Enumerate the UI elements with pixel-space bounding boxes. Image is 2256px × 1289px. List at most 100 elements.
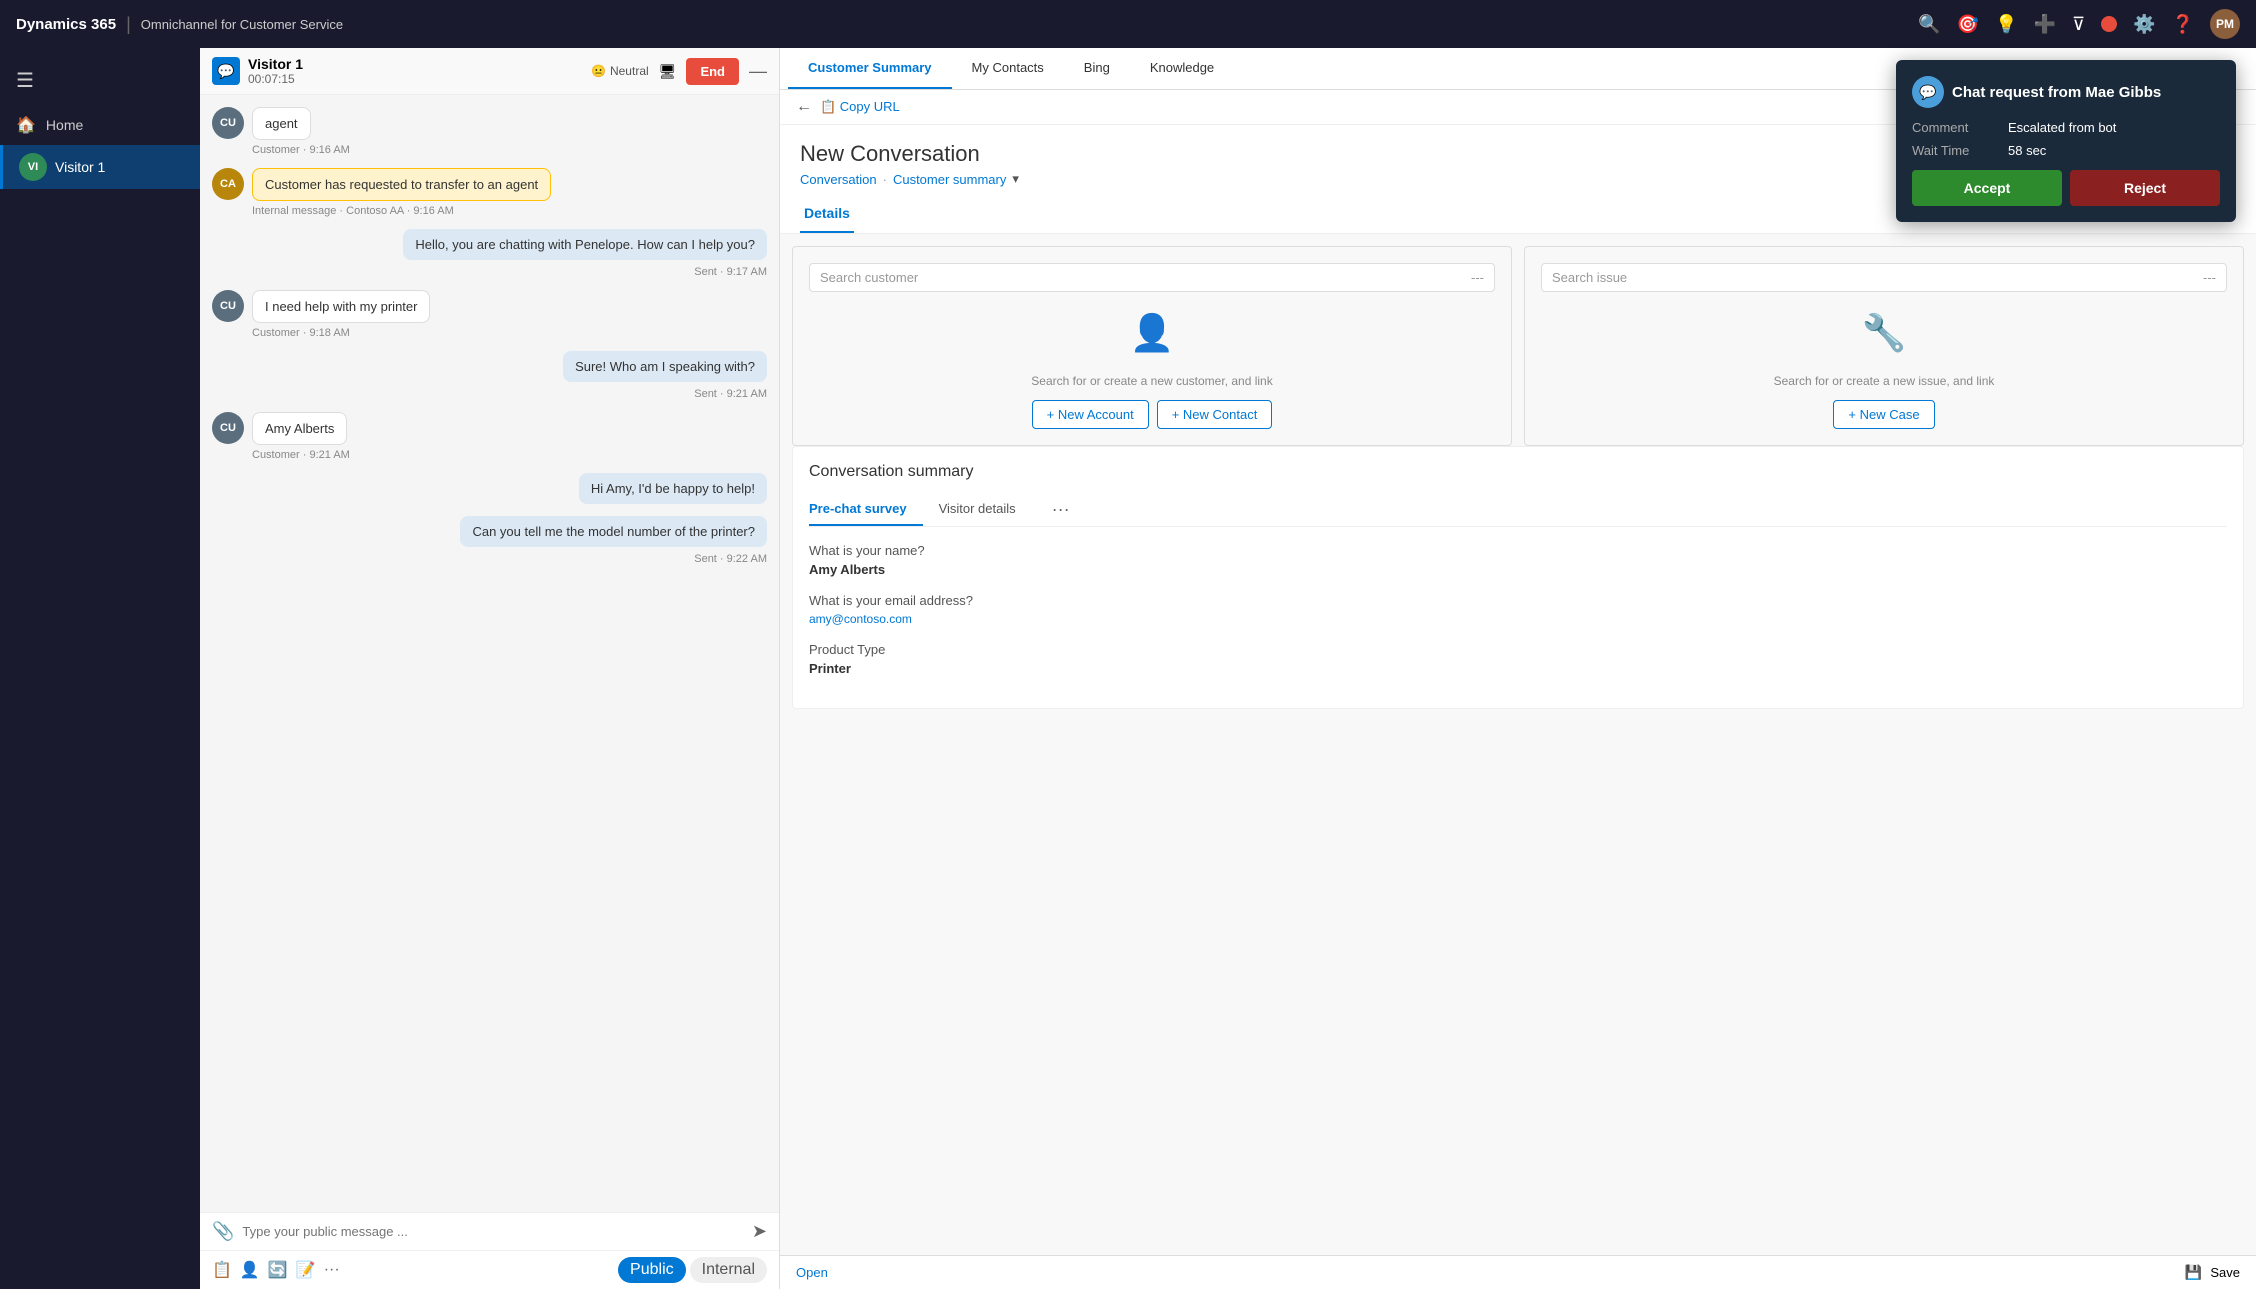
screen-icon[interactable]: 🖥	[659, 63, 677, 80]
customer-empty-text: Search for or create a new customer, and…	[1031, 374, 1272, 388]
end-button[interactable]: End	[686, 58, 739, 85]
tab-bing[interactable]: Bing	[1064, 48, 1130, 89]
help-icon[interactable]: ❓	[2172, 14, 2194, 35]
message-bubble: Sure! Who am I speaking with?	[563, 351, 767, 382]
save-button[interactable]: Save	[2210, 1265, 2240, 1280]
summary-more[interactable]: ···	[1052, 499, 1070, 520]
breadcrumb-link-2[interactable]: Customer summary	[893, 172, 1006, 187]
reject-button[interactable]: Reject	[2070, 170, 2220, 206]
hamburger-menu[interactable]: ☰	[0, 56, 200, 105]
save-area: 💾 Save	[2185, 1264, 2240, 1281]
toolbar-btn-3[interactable]: 🔄	[268, 1260, 288, 1280]
summary-field-name: What is your name? Amy Alberts	[809, 543, 2227, 577]
brand-app: Omnichannel for Customer Service	[141, 17, 343, 32]
field-label: What is your name?	[809, 543, 2227, 558]
field-value: Amy Alberts	[809, 562, 2227, 577]
app-layout: ☰ 🏠 Home VI Visitor 1 💬 Visitor 1 00:07:…	[0, 48, 2256, 1289]
customer-search-card: Search customer --- 👤 Search for or crea…	[792, 246, 1512, 446]
chat-messages: CU agent Customer · 9:16 AM CA Customer …	[200, 95, 779, 1212]
message-bubble: Hello, you are chatting with Penelope. H…	[403, 229, 767, 260]
settings-icon[interactable]: ⚙️	[2133, 14, 2155, 35]
table-row: Hi Amy, I'd be happy to help!	[212, 473, 767, 504]
notif-wait-value: 58 sec	[2008, 143, 2046, 158]
top-nav: Dynamics 365 | Omnichannel for Customer …	[0, 0, 2256, 48]
issue-action-buttons: + New Case	[1833, 400, 1934, 429]
sentiment-label: Neutral	[610, 64, 649, 78]
issue-empty-text: Search for or create a new issue, and li…	[1774, 374, 1995, 388]
sidebar-item-home[interactable]: 🏠 Home	[0, 105, 200, 145]
chat-input[interactable]	[242, 1224, 743, 1239]
search-icon[interactable]: 🔍	[1918, 14, 1940, 35]
chat-notification: 💬 Chat request from Mae Gibbs Comment Es…	[1896, 60, 2236, 222]
minimize-button[interactable]: —	[749, 61, 767, 82]
attach-button[interactable]: 📎	[212, 1221, 234, 1242]
chat-header-left: 💬 Visitor 1 00:07:15	[212, 56, 303, 86]
user-avatar[interactable]: PM	[2210, 9, 2240, 39]
home-icon: 🏠	[16, 115, 36, 135]
tab-details[interactable]: Details	[800, 195, 854, 233]
toolbar-btn-5[interactable]: ···	[324, 1261, 340, 1279]
table-row: Sure! Who am I speaking with? Sent · 9:2…	[212, 351, 767, 400]
status-dot[interactable]	[2101, 16, 2117, 32]
toolbar-btn-4[interactable]: 📝	[296, 1260, 316, 1280]
lightbulb-icon[interactable]: 💡	[1995, 14, 2017, 35]
table-row: CU I need help with my printer Customer …	[212, 290, 767, 339]
tab-knowledge[interactable]: Knowledge	[1130, 48, 1234, 89]
chat-toolbar: 📋 👤 🔄 📝 ··· Public Internal	[200, 1250, 779, 1289]
new-case-button[interactable]: + New Case	[1833, 400, 1934, 429]
message-bubble: Customer has requested to transfer to an…	[252, 168, 551, 201]
bottom-bar: Open 💾 Save	[780, 1255, 2256, 1289]
visitor-label: Visitor 1	[55, 159, 105, 175]
target-icon[interactable]: 🎯	[1957, 14, 1979, 35]
summary-field-email: What is your email address? amy@contoso.…	[809, 593, 2227, 626]
field-value-email: amy@contoso.com	[809, 612, 2227, 626]
back-button[interactable]: ←	[796, 98, 812, 116]
copy-url-link[interactable]: 📋 Copy URL	[820, 99, 900, 115]
message-bubble: I need help with my printer	[252, 290, 430, 323]
msg-content: agent Customer · 9:16 AM	[252, 107, 767, 156]
customer-search-input[interactable]: Search customer ---	[809, 263, 1495, 292]
brand-title: Dynamics 365	[16, 16, 116, 33]
tab-visitor[interactable]: Visitor details	[939, 493, 1032, 526]
table-row: CA Customer has requested to transfer to…	[212, 168, 767, 217]
new-contact-button[interactable]: + New Contact	[1157, 400, 1273, 429]
accept-button[interactable]: Accept	[1912, 170, 2062, 206]
notif-title: Chat request from Mae Gibbs	[1952, 84, 2161, 101]
notif-comment-value: Escalated from bot	[2008, 120, 2116, 135]
breadcrumb-dropdown[interactable]: ▾	[1012, 171, 1019, 187]
mode-public-button[interactable]: Public	[618, 1257, 686, 1283]
tab-prechat[interactable]: Pre-chat survey	[809, 493, 923, 526]
visitor-badge: VI	[19, 153, 47, 181]
brand-divider: |	[126, 14, 131, 35]
mode-internal-button[interactable]: Internal	[690, 1257, 767, 1283]
chat-timer: 00:07:15	[248, 72, 303, 86]
msg-content: I need help with my printer Customer · 9…	[252, 290, 767, 339]
sentiment-badge: 😐 Neutral	[591, 64, 649, 78]
tab-my-contacts[interactable]: My Contacts	[952, 48, 1064, 89]
filter-icon[interactable]: ⊽	[2072, 14, 2085, 35]
issue-search-input[interactable]: Search issue ---	[1541, 263, 2227, 292]
notif-row-wait: Wait Time 58 sec	[1912, 143, 2220, 158]
breadcrumb-link-1[interactable]: Conversation	[800, 172, 877, 187]
msg-meta: Sent · 9:17 AM	[694, 266, 767, 278]
field-label: Product Type	[809, 642, 2227, 657]
add-icon[interactable]: ➕	[2034, 14, 2056, 35]
toolbar-btn-2[interactable]: 👤	[240, 1260, 260, 1280]
chat-visitor-name: Visitor 1	[248, 56, 303, 72]
sidebar-item-visitor[interactable]: VI Visitor 1	[0, 145, 200, 189]
notif-actions: Accept Reject	[1912, 170, 2220, 206]
open-button[interactable]: Open	[796, 1265, 828, 1280]
conversation-summary: Conversation summary Pre-chat survey Vis…	[792, 446, 2244, 709]
summary-title: Conversation summary	[809, 463, 2227, 481]
search-section: Search customer --- 👤 Search for or crea…	[780, 234, 2256, 446]
avatar: CU	[212, 290, 244, 322]
new-account-button[interactable]: + New Account	[1032, 400, 1149, 429]
issue-search-placeholder: Search issue	[1552, 270, 2203, 285]
toolbar-btn-1[interactable]: 📋	[212, 1260, 232, 1280]
send-button[interactable]: ➤	[752, 1221, 767, 1242]
field-value: Printer	[809, 661, 2227, 676]
brand: Dynamics 365 | Omnichannel for Customer …	[16, 14, 343, 35]
tab-customer-summary[interactable]: Customer Summary	[788, 48, 952, 89]
chat-input-area: 📎 ➤ 📋 👤 🔄 📝 ··· Public Internal	[200, 1212, 779, 1289]
chat-panel: 💬 Visitor 1 00:07:15 😐 Neutral 🖥 End —	[200, 48, 780, 1289]
